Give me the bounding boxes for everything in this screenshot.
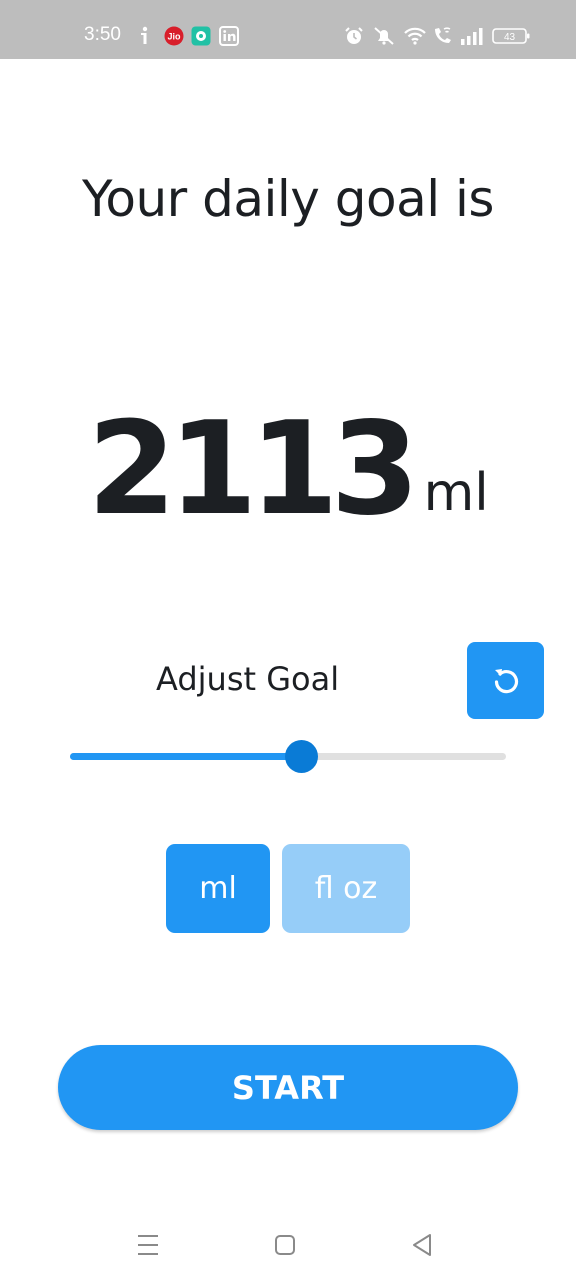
goal-slider[interactable] (70, 740, 506, 774)
back-icon[interactable] (410, 1232, 436, 1258)
goal-display: 2113 ml (0, 405, 576, 535)
signal-icon (461, 28, 483, 45)
goal-unit: ml (423, 463, 489, 523)
adjust-goal-label: Adjust Goal (156, 660, 340, 698)
alarm-icon (345, 27, 363, 44)
mute-icon (374, 27, 394, 45)
info-icon (141, 26, 148, 44)
jio-icon: Jio (164, 26, 184, 46)
chat-app-icon (191, 26, 211, 46)
menu-icon[interactable] (135, 1232, 161, 1258)
battery-icon: 43 (492, 28, 530, 44)
reset-icon (494, 668, 518, 693)
svg-text:Jio: Jio (167, 32, 181, 42)
slider-fill (70, 753, 302, 760)
page-title: Your daily goal is (82, 170, 494, 228)
unit-ml-button[interactable]: ml (166, 844, 270, 933)
linkedin-icon (219, 26, 239, 46)
screen: 3:50 Jio 43 Your daily goal is 2113 ml A… (0, 0, 576, 1280)
start-button[interactable]: START (58, 1045, 518, 1130)
home-icon[interactable] (272, 1232, 298, 1258)
status-bar: 3:50 Jio 43 (0, 0, 576, 59)
reset-goal-button[interactable] (467, 642, 544, 719)
goal-value: 2113 (87, 395, 419, 544)
wifi-call-icon (435, 27, 451, 43)
battery-level: 43 (504, 32, 516, 43)
unit-floz-button[interactable]: fl oz (282, 844, 410, 933)
slider-thumb[interactable] (285, 740, 319, 773)
status-time: 3:50 (84, 24, 121, 45)
wifi-icon (404, 27, 426, 45)
